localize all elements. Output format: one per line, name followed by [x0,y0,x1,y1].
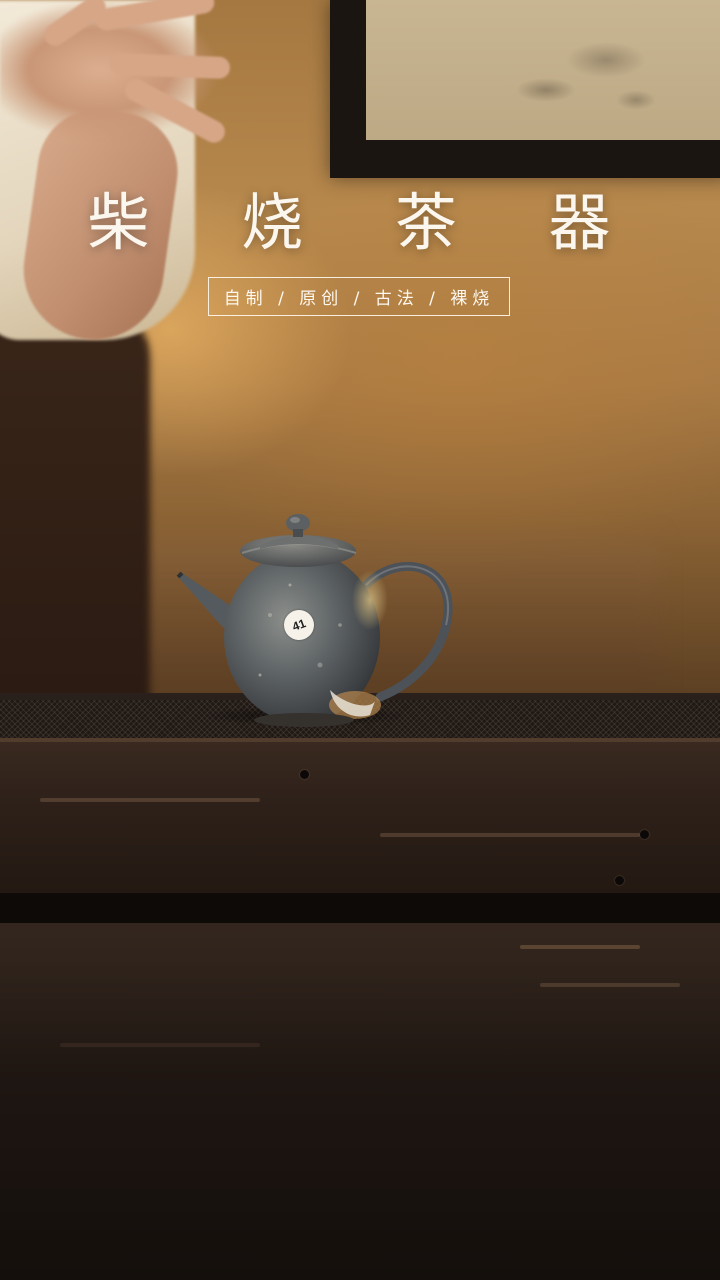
wood-grain [40,798,260,802]
page-title: 柴 烧 茶 器 [87,186,647,259]
wood-grain [520,945,640,949]
subtitle-text: 自制 / 原创 / 古法 / 裸烧 [223,289,495,309]
wood-grain [60,1043,260,1047]
water-droplet [615,876,624,885]
person-finger [109,52,231,80]
wood-grain [380,833,640,837]
tea-table-edge [0,893,720,923]
wall-painting-frame [330,0,720,178]
tea-table-front [0,738,720,893]
wood-grain [540,983,680,987]
tea-table-base [0,923,720,1280]
photo-scene: 柴 烧 茶 器 自制 / 原创 / 古法 / 裸烧 41 [0,0,720,1280]
painting-ink-sketch [486,20,666,120]
wood-fired-teapot [176,514,453,727]
wall-painting [366,0,720,140]
teapot-foot [254,713,354,727]
water-droplet [640,830,649,839]
water-droplet [300,770,309,779]
subtitle-frame: 自制 / 原创 / 古法 / 裸烧 [208,277,510,316]
person-torso [0,300,150,720]
